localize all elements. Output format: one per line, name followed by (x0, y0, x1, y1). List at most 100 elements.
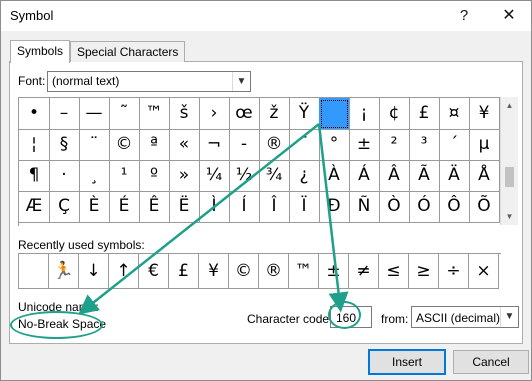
character-code-input[interactable]: 160 (330, 306, 372, 328)
recent-symbol-cell[interactable]: ± (319, 254, 349, 289)
symbol-cell[interactable]: ¬ (199, 129, 230, 161)
symbol-cell[interactable]: ¶ (19, 160, 50, 192)
symbol-cell[interactable]: Æ (19, 191, 50, 223)
symbol-cell[interactable]: ¤ (439, 98, 470, 130)
symbol-cell[interactable]: ¯ (289, 129, 320, 161)
font-value: (normal text) (52, 74, 120, 88)
symbol-cell[interactable]: Ä (439, 160, 470, 192)
symbol-cell[interactable]: ° (319, 129, 350, 161)
recent-symbol-cell[interactable]: 🏃 (49, 254, 79, 289)
symbol-cell[interactable]: ¸ (79, 160, 110, 192)
symbol-cell[interactable]: ¿ (289, 160, 320, 192)
recent-symbol-cell[interactable]: × (469, 254, 499, 289)
symbol-cell[interactable]: Ë (169, 191, 200, 223)
symbol-cell[interactable]: Ô (439, 191, 470, 223)
symbol-cell[interactable]: Å (469, 160, 500, 192)
symbol-cell[interactable]: ¦ (19, 129, 50, 161)
recent-symbols-label: Recently used symbols: (18, 238, 145, 252)
symbol-cell[interactable]: Î (259, 191, 290, 223)
symbol-cell[interactable]: ³ (409, 129, 440, 161)
recent-symbol-cell[interactable]: ¥ (199, 254, 229, 289)
symbol-cell[interactable]: ™ (139, 98, 170, 130)
symbol-cell[interactable]: » (169, 160, 200, 192)
symbol-cell[interactable]: º (139, 160, 170, 192)
symbol-cell[interactable]: - (229, 129, 260, 161)
chevron-down-icon[interactable]: ▼ (232, 72, 250, 91)
recent-symbol-cell[interactable]: ↑ (109, 254, 139, 289)
symbol-cell[interactable]: Ñ (349, 191, 380, 223)
cancel-button[interactable]: Cancel (453, 350, 529, 374)
symbol-cell[interactable]: Ã (409, 160, 440, 192)
symbol-cell[interactable]: ¢ (379, 98, 410, 130)
character-code-value: 160 (336, 311, 357, 325)
recent-symbol-cell[interactable]: € (139, 254, 169, 289)
symbol-cell[interactable]: µ (469, 129, 500, 161)
symbol-cell[interactable]: ± (349, 129, 380, 161)
symbol-cell[interactable]: £ (409, 98, 440, 130)
symbol-cell[interactable]: § (49, 129, 80, 161)
symbol-cell[interactable]: Â (379, 160, 410, 192)
from-dropdown[interactable]: ASCII (decimal) ▼ (411, 306, 519, 328)
symbol-cell[interactable]: Ó (409, 191, 440, 223)
symbol-cell[interactable]: ¾ (259, 160, 290, 192)
symbol-cell[interactable]: — (79, 98, 110, 130)
symbol-cell[interactable]: © (109, 129, 140, 161)
symbol-cell[interactable]: › (199, 98, 230, 130)
symbol-cell[interactable]: ² (379, 129, 410, 161)
symbol-cell[interactable] (319, 98, 350, 130)
unicode-name-value: No-Break Space (18, 317, 107, 331)
chevron-down-icon[interactable]: ▼ (500, 307, 518, 327)
symbol-cell[interactable]: ˜ (109, 98, 140, 130)
symbol-cell[interactable]: œ (229, 98, 260, 130)
symbol-cell[interactable]: ´ (439, 129, 470, 161)
recent-symbol-cell[interactable]: ≠ (349, 254, 379, 289)
symbol-cell[interactable]: È (79, 191, 110, 223)
symbol-cell[interactable]: ª (139, 129, 170, 161)
recent-symbol-cell[interactable] (19, 254, 49, 289)
symbol-cell[interactable]: ¼ (199, 160, 230, 192)
font-dropdown[interactable]: (normal text) ▼ (47, 71, 251, 92)
symbol-cell[interactable]: · (49, 160, 80, 192)
symbol-cell[interactable]: ¨ (79, 129, 110, 161)
symbol-cell[interactable]: ž (259, 98, 290, 130)
scroll-up-icon[interactable]: ▲ (501, 97, 518, 114)
recent-symbol-cell[interactable]: ™ (289, 254, 319, 289)
from-label: from: (381, 312, 409, 326)
symbol-cell[interactable]: Õ (469, 191, 500, 223)
symbol-cell[interactable]: É (109, 191, 140, 223)
symbol-cell[interactable]: ® (259, 129, 290, 161)
symbol-cell[interactable]: Ì (199, 191, 230, 223)
scroll-down-icon[interactable]: ▼ (501, 208, 518, 225)
recent-symbol-cell[interactable]: ≤ (379, 254, 409, 289)
symbol-cell[interactable]: Ç (49, 191, 80, 223)
tab-symbols[interactable]: Symbols (10, 40, 71, 63)
symbol-cell[interactable]: Ê (139, 191, 170, 223)
help-button[interactable]: ? (453, 5, 475, 27)
recent-symbol-cell[interactable]: £ (169, 254, 199, 289)
scrollbar-thumb[interactable] (505, 167, 514, 187)
symbol-cell[interactable]: ¡ (349, 98, 380, 130)
symbol-cell[interactable]: ¥ (469, 98, 500, 130)
symbol-cell[interactable]: « (169, 129, 200, 161)
insert-button[interactable]: Insert (368, 349, 446, 375)
symbol-cell[interactable]: Ð (319, 191, 350, 223)
recent-symbol-cell[interactable]: ® (259, 254, 289, 289)
symbol-grid-scrollbar[interactable]: ▲ ▼ (500, 97, 518, 225)
symbol-cell[interactable]: À (319, 160, 350, 192)
symbol-cell[interactable]: Ÿ (289, 98, 320, 130)
symbol-cell[interactable]: ¹ (109, 160, 140, 192)
tab-special-characters[interactable]: Special Characters (70, 41, 186, 62)
recent-symbol-cell[interactable]: ≥ (409, 254, 439, 289)
symbol-cell[interactable]: Ï (289, 191, 320, 223)
symbol-cell[interactable]: Á (349, 160, 380, 192)
symbol-cell[interactable]: Í (229, 191, 260, 223)
recent-symbol-cell[interactable]: ↓ (79, 254, 109, 289)
symbol-cell[interactable]: Ò (379, 191, 410, 223)
recent-symbol-cell[interactable]: © (229, 254, 259, 289)
symbol-cell[interactable]: • (19, 98, 50, 130)
close-button[interactable]: ✕ (498, 5, 520, 27)
symbol-cell[interactable]: – (49, 98, 80, 130)
symbol-cell[interactable]: š (169, 98, 200, 130)
recent-symbol-cell[interactable]: ÷ (439, 254, 469, 289)
symbol-cell[interactable]: ½ (229, 160, 260, 192)
